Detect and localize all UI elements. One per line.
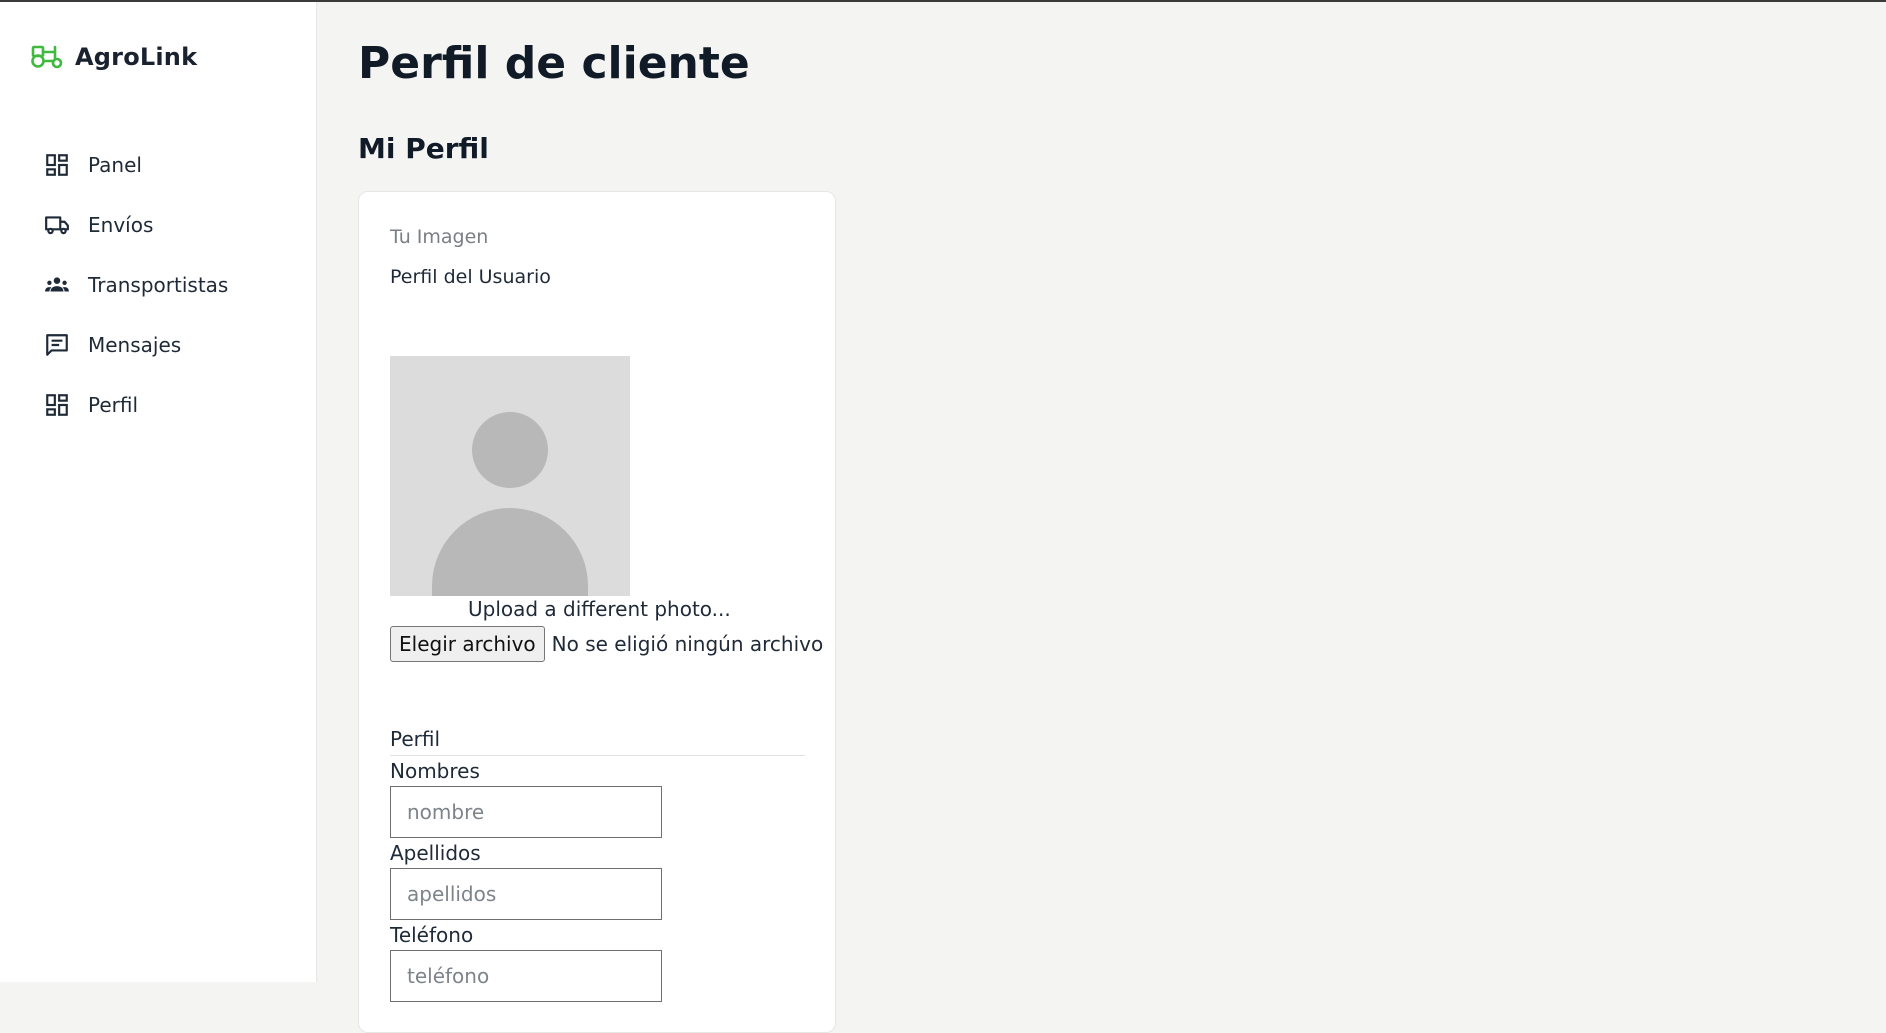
sidebar-item-transportistas[interactable]: Transportistas <box>44 255 228 315</box>
image-heading: Tu Imagen <box>390 226 489 248</box>
file-input[interactable]: Elegir archivo No se eligió ningún archi… <box>390 626 823 662</box>
brand[interactable]: AgroLink <box>29 40 197 74</box>
page-title: Perfil de cliente <box>358 38 750 89</box>
divider <box>390 755 805 756</box>
section-title: Mi Perfil <box>358 132 489 165</box>
nombres-input[interactable] <box>390 786 662 838</box>
dashboard-icon <box>44 152 70 178</box>
truck-icon <box>44 212 70 238</box>
sidebar: AgroLink Panel Envíos Transportistas Men… <box>0 2 317 982</box>
profile-card: Tu Imagen Perfil del Usuario Upload a di… <box>358 191 836 1033</box>
sidebar-nav: Panel Envíos Transportistas Mensajes Per… <box>44 135 228 435</box>
group-icon <box>44 272 70 298</box>
avatar-head-shape <box>472 412 548 488</box>
apellidos-input[interactable] <box>390 868 662 920</box>
sidebar-item-perfil[interactable]: Perfil <box>44 375 228 435</box>
sidebar-item-label: Transportistas <box>88 273 229 297</box>
profile-heading: Perfil <box>390 727 441 751</box>
avatar-placeholder <box>390 356 630 596</box>
message-icon <box>44 332 70 358</box>
sidebar-item-label: Envíos <box>88 213 154 237</box>
image-subheading: Perfil del Usuario <box>390 266 551 288</box>
sidebar-item-label: Perfil <box>88 393 139 417</box>
nombres-label: Nombres <box>390 759 480 783</box>
sidebar-item-panel[interactable]: Panel <box>44 135 228 195</box>
sidebar-item-label: Mensajes <box>88 333 182 357</box>
upload-hint: Upload a different photo... <box>468 597 731 621</box>
dashboard-icon <box>44 392 70 418</box>
avatar-body-shape <box>432 508 588 596</box>
brand-name: AgroLink <box>75 43 198 71</box>
apellidos-label: Apellidos <box>390 841 481 865</box>
sidebar-item-label: Panel <box>88 153 142 177</box>
telefono-input[interactable] <box>390 950 662 1002</box>
tractor-icon <box>29 40 65 74</box>
choose-file-button[interactable]: Elegir archivo <box>390 626 545 662</box>
file-status: No se eligió ningún archivo <box>551 632 824 656</box>
sidebar-item-envios[interactable]: Envíos <box>44 195 228 255</box>
telefono-label: Teléfono <box>390 923 474 947</box>
sidebar-item-mensajes[interactable]: Mensajes <box>44 315 228 375</box>
